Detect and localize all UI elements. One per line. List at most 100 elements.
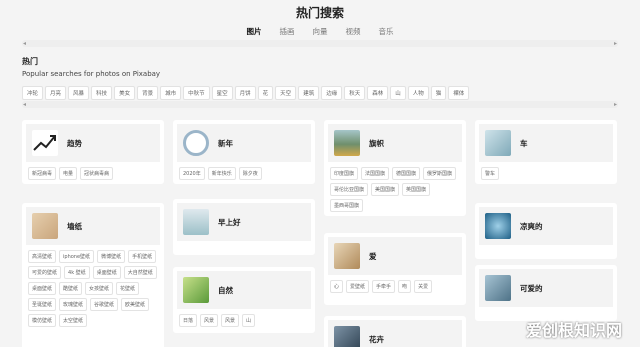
category-chip[interactable]: 心 — [330, 280, 344, 293]
trend-chart-icon — [32, 130, 58, 156]
morning-thumbnail — [183, 209, 209, 235]
category-chip[interactable]: 欧美壁纸 — [121, 298, 150, 311]
hot-tag[interactable]: 城市 — [160, 86, 182, 100]
card-header[interactable]: 新年 — [177, 124, 311, 162]
hot-tag[interactable]: 森林 — [367, 86, 389, 100]
category-chip[interactable]: 哥伦比亚国旗 — [330, 183, 369, 196]
category-chip[interactable]: 美国国旗 — [371, 183, 400, 196]
category-chip[interactable]: 德国国旗 — [392, 167, 421, 180]
category-chip[interactable]: 圣诞壁纸 — [28, 298, 57, 311]
category-chip[interactable]: 手机壁纸 — [128, 250, 157, 263]
category-chip[interactable]: 英国国旗 — [402, 183, 431, 196]
hot-tag[interactable]: 秋天 — [344, 86, 366, 100]
card-header[interactable]: 旗帜 — [328, 124, 462, 162]
category-chip[interactable]: 女孩壁纸 — [85, 282, 114, 295]
card-header[interactable]: 车 — [479, 124, 613, 162]
card-header[interactable]: 早上好 — [177, 203, 311, 241]
scroll-right-icon[interactable]: ▸ — [614, 101, 617, 108]
category-chip[interactable]: 除夕夜 — [238, 167, 262, 180]
page-title: 热门搜索 — [295, 6, 344, 20]
category-chip[interactable]: 模仿壁纸 — [28, 314, 57, 327]
category-chip[interactable]: 2020年 — [179, 167, 205, 180]
hot-tag[interactable]: 边缘 — [321, 86, 343, 100]
category-card-car[interactable]: 车 警车 — [475, 120, 617, 184]
scroll-left-icon[interactable]: ◂ — [23, 40, 26, 47]
category-chip[interactable]: 太空壁纸 — [59, 314, 88, 327]
category-card-wallpaper[interactable]: 墙纸 高清壁纸 iphone壁纸 微博壁纸 手机壁纸 可爱的壁纸 4k 壁纸 桌… — [22, 203, 164, 347]
car-thumbnail — [485, 130, 511, 156]
card-label: 花卉 — [369, 334, 384, 344]
card-header[interactable]: 自然 — [177, 271, 311, 309]
category-card-flowers[interactable]: 花卉 — [324, 316, 466, 347]
category-chip[interactable]: 吻 — [398, 280, 412, 293]
category-card-cute[interactable]: 可爱的 — [475, 265, 617, 321]
hot-tag[interactable]: 月亮 — [45, 86, 67, 100]
category-chip[interactable]: 谷歌壁纸 — [90, 298, 119, 311]
hot-tag[interactable]: 风暴 — [68, 86, 90, 100]
category-card-nature[interactable]: 自然 日落 风景 风景 山 — [173, 267, 315, 333]
card-label: 新年 — [218, 138, 233, 148]
hot-tag[interactable]: 背景 — [137, 86, 159, 100]
hot-tag[interactable]: 山 — [390, 86, 406, 100]
card-label: 墙纸 — [67, 221, 82, 231]
category-chip[interactable]: 4k 壁纸 — [64, 266, 90, 279]
category-chip[interactable]: 爱壁纸 — [346, 280, 370, 293]
hot-tag[interactable]: 科技 — [91, 86, 113, 100]
category-chip[interactable]: 墨西哥国旗 — [330, 199, 364, 212]
hot-tag[interactable]: 裸体 — [448, 86, 470, 100]
category-card-new-year[interactable]: 新年 2020年 新年快乐 除夕夜 — [173, 120, 315, 184]
category-card-love[interactable]: 爱 心 爱壁纸 手牵手 吻 关爱 — [324, 233, 466, 305]
category-chip[interactable]: 大自然壁纸 — [123, 266, 157, 279]
card-header[interactable]: 墙纸 — [26, 207, 160, 245]
hot-tags-row: 冲轮 月亮 风暴 科技 美女 背景 城市 中秋节 星空 月饼 花 天空 建筑 边… — [22, 86, 618, 100]
category-chip[interactable]: 新冠病毒 — [28, 167, 57, 180]
tags-scrollbar[interactable]: ◂ ▸ — [22, 101, 618, 108]
category-chip[interactable]: 微博壁纸 — [97, 250, 126, 263]
category-chip[interactable]: 玫瑰壁纸 — [59, 298, 88, 311]
category-chip[interactable]: 桌面壁纸 — [92, 266, 121, 279]
hot-tag[interactable]: 建筑 — [298, 86, 320, 100]
category-card-flags[interactable]: 旗帜 印度国旗 法国国旗 德国国旗 俄罗斯国旗 哥伦比亚国旗 美国国旗 英国国旗… — [324, 120, 466, 216]
hot-tag[interactable]: 美女 — [114, 86, 136, 100]
category-card-trend[interactable]: 趋势 新冠病毒 电量 冠状病毒病 — [22, 120, 164, 184]
cute-thumbnail — [485, 275, 511, 301]
card-header[interactable]: 花卉 — [328, 320, 462, 347]
category-chip[interactable]: 关爱 — [414, 280, 433, 293]
category-chip[interactable]: 可爱的壁纸 — [28, 266, 62, 279]
hot-tag[interactable]: 月饼 — [234, 86, 256, 100]
hot-tag[interactable]: 天空 — [275, 86, 297, 100]
category-chip[interactable]: 新年快乐 — [207, 167, 236, 180]
card-header[interactable]: 可爱的 — [479, 269, 613, 307]
card-header[interactable]: 趋势 — [26, 124, 160, 162]
card-header[interactable]: 凉爽的 — [479, 207, 613, 245]
category-chip[interactable]: 风景 — [200, 314, 219, 327]
hot-tag[interactable]: 花 — [257, 86, 274, 100]
category-chip[interactable]: 风景 — [221, 314, 240, 327]
card-header[interactable]: 爱 — [328, 237, 462, 275]
hot-tag[interactable]: 星空 — [211, 86, 233, 100]
hot-tag[interactable]: 冲轮 — [22, 86, 44, 100]
hot-tag[interactable]: 猫 — [430, 86, 447, 100]
category-chip[interactable]: 电量 — [59, 167, 78, 180]
scroll-left-icon[interactable]: ◂ — [23, 101, 26, 108]
category-chip[interactable]: 手牵手 — [372, 280, 396, 293]
category-chip[interactable]: 日落 — [179, 314, 198, 327]
category-chip[interactable]: 冠状病毒病 — [80, 167, 114, 180]
category-chip[interactable]: 警车 — [481, 167, 500, 180]
hot-tag[interactable]: 人物 — [407, 86, 429, 100]
hot-tag[interactable]: 中秋节 — [183, 86, 210, 100]
category-chip[interactable]: 花壁纸 — [116, 282, 140, 295]
category-chip[interactable]: 酷壁纸 — [59, 282, 83, 295]
category-chip[interactable]: 桌面壁纸 — [28, 282, 57, 295]
category-chip[interactable]: 山 — [242, 314, 256, 327]
category-card-cool[interactable]: 凉爽的 — [475, 203, 617, 259]
category-chip[interactable]: 法国国旗 — [361, 167, 390, 180]
category-chip[interactable]: iphone壁纸 — [59, 250, 95, 263]
category-chip[interactable]: 俄罗斯国旗 — [423, 167, 457, 180]
tabs-scrollbar[interactable]: ◂ ▸ — [22, 40, 618, 47]
card-label: 可爱的 — [520, 283, 543, 293]
category-card-good-morning[interactable]: 早上好 — [173, 199, 315, 255]
category-chip[interactable]: 印度国旗 — [330, 167, 359, 180]
scroll-right-icon[interactable]: ▸ — [614, 40, 617, 47]
category-chip[interactable]: 高清壁纸 — [28, 250, 57, 263]
